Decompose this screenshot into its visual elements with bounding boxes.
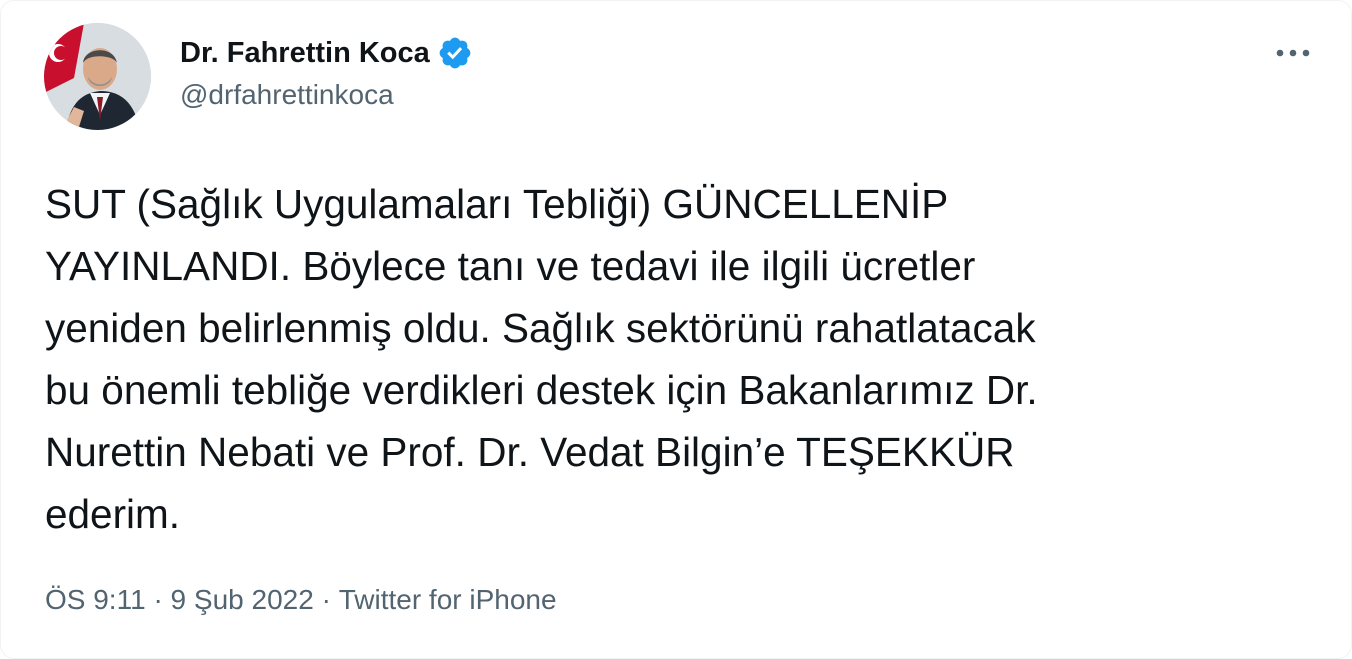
author-name-row: Dr. Fahrettin Koca <box>180 31 473 75</box>
meta-separator <box>314 584 322 616</box>
tweet-source-link[interactable]: Twitter for iPhone <box>339 584 557 616</box>
verified-badge-icon <box>437 35 473 71</box>
meta-separator <box>163 584 171 616</box>
tweet-text: SUT (Sağlık Uygulamaları Tebliği) GÜNCEL… <box>45 181 1038 537</box>
author-display-name[interactable]: Dr. Fahrettin Koca <box>180 37 430 70</box>
meta-separator <box>146 584 154 616</box>
tweet-meta: ÖS 9:11 · 9 Şub 2022 · Twitter for iPhon… <box>45 584 557 616</box>
author-avatar[interactable] <box>44 23 151 130</box>
meta-separator-dot-2: · <box>321 584 331 615</box>
meta-separator <box>331 584 339 616</box>
more-horizontal-icon <box>1276 49 1310 57</box>
author-handle[interactable]: @drfahrettinkoca <box>180 79 394 111</box>
meta-separator-dot: · <box>153 584 163 615</box>
tweet-date-link[interactable]: 9 Şub 2022 <box>171 584 314 616</box>
tweet-time-link[interactable]: ÖS 9:11 <box>45 584 146 616</box>
avatar-image <box>44 23 151 130</box>
tweet-card: Dr. Fahrettin Koca @drfahrettinkoca SUT … <box>0 0 1352 659</box>
more-options-button[interactable] <box>1271 37 1315 69</box>
